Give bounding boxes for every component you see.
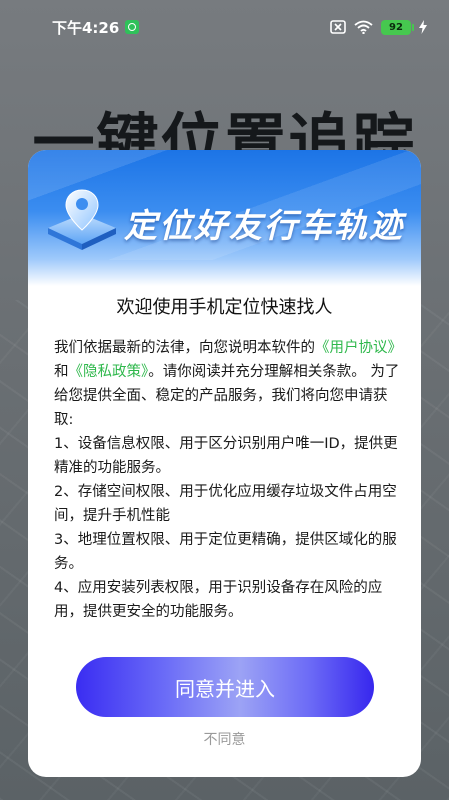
and-text: 和 [54, 364, 69, 380]
status-time: 下午4:26 [52, 18, 120, 37]
permission-item-storage: 2、存储空间权限、用于优化应用缓存垃圾文件占用空间，提升手机性能 [54, 484, 397, 524]
permission-dialog: 定位好友行车轨迹 欢迎使用手机定位快速找人 我们依据最新的法律，向您说明本软件的… [28, 150, 421, 777]
decline-button[interactable]: 不同意 [28, 729, 421, 749]
privacy-policy-link[interactable]: 《隐私政策》 [69, 364, 149, 380]
permission-item-device: 1、设备信息权限、用于区分识别用户唯一ID，提供更精准的功能服务。 [54, 436, 398, 476]
battery-icon: 92 [381, 19, 414, 35]
user-agreement-link[interactable]: 《用户协议》 [315, 340, 402, 356]
dialog-banner: 定位好友行车轨迹 [28, 150, 421, 286]
dialog-body: 我们依据最新的法律，向您说明本软件的《用户协议》和《隐私政策》。请你阅读并充分理… [54, 336, 402, 624]
status-right: 92 [330, 19, 427, 35]
agree-button[interactable]: 同意并进入 [76, 657, 374, 717]
intro-prefix: 我们依据最新的法律，向您说明本软件的 [54, 340, 315, 356]
status-left: 下午4:26 [52, 17, 140, 38]
permission-item-app-list: 4、应用安装列表权限，用于识别设备存在风险的应用，提供更安全的功能服务。 [54, 580, 383, 620]
app-notification-icon [125, 20, 140, 34]
permission-item-location: 3、地理位置权限、用于定位更精确，提供区域化的服务。 [54, 532, 397, 572]
close-box-icon [330, 20, 346, 34]
charging-bolt-icon [419, 20, 427, 34]
location-map-icon [48, 189, 116, 250]
banner-title: 定位好友行车轨迹 [124, 206, 404, 245]
intro-paragraph: 我们依据最新的法律，向您说明本软件的《用户协议》和《隐私政策》。请你阅读并充分理… [54, 336, 402, 432]
status-bar: 下午4:26 92 [0, 0, 449, 54]
wifi-icon [354, 20, 373, 34]
dialog-heading: 欢迎使用手机定位快速找人 [116, 297, 333, 318]
